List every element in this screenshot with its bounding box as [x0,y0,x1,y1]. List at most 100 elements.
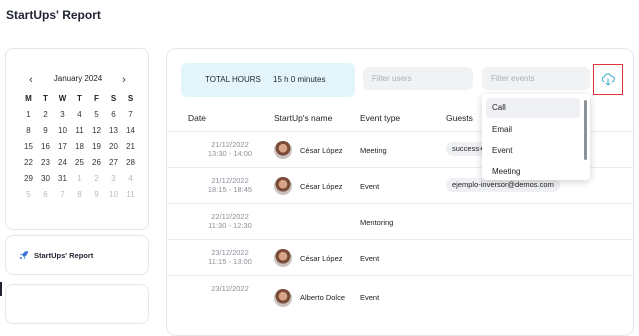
nav-item-startups-report[interactable]: StartUps' Report [5,235,149,275]
calendar-day-outside[interactable]: 2 [88,171,105,187]
calendar-day[interactable]: 4 [71,107,88,123]
dropdown-option-call[interactable]: Call [486,98,580,118]
row-date-cell: 23/12/2022 [200,284,260,293]
calendar-panel: ‹ January 2024 › M T W T F S S 1 2 3 4 5… [5,48,149,230]
calendar-day[interactable]: 9 [37,123,54,139]
row-time: 18:15 - 18:45 [207,185,253,194]
calendar-day-outside[interactable]: 11 [122,187,139,203]
calendar-week-row: 29 30 31 1 2 3 4 [20,171,140,187]
calendar-day-outside[interactable]: 8 [71,187,88,203]
column-header-guests[interactable]: Guests [446,113,473,123]
row-time: 11:15 - 13:00 [208,257,252,266]
calendar-week-row: 5 6 7 8 9 10 11 [20,187,140,203]
guest-chip: ejemplo-inversor@demos.com [446,178,560,192]
avatar [274,289,292,307]
dropdown-option-event[interactable]: Event [486,141,580,161]
calendar-day[interactable]: 23 [37,155,54,171]
calendar-day[interactable]: 26 [88,155,105,171]
weekday-label: W [58,94,67,103]
row-event-type: Event [360,293,380,302]
filter-users-input[interactable] [363,67,473,90]
calendar-day-outside[interactable]: 5 [20,187,37,203]
dropdown-option-meeting[interactable]: Meeting [486,162,580,180]
calendar-day[interactable]: 28 [122,155,139,171]
calendar-day[interactable]: 10 [54,123,71,139]
calendar-day[interactable]: 29 [20,171,37,187]
dropdown-option-email[interactable]: Email [486,120,580,140]
column-header-date[interactable]: Date [188,113,206,123]
calendar-day[interactable]: 17 [54,139,71,155]
calendar-day-outside[interactable]: 7 [54,187,71,203]
row-date-cell: 21/12/2022 18:15 - 18:45 [200,176,260,194]
calendar-day[interactable]: 14 [122,123,139,139]
row-event-type: Event [360,254,380,263]
calendar-day-outside[interactable]: 4 [122,171,139,187]
calendar-day[interactable]: 11 [71,123,88,139]
calendar-day[interactable]: 21 [122,139,139,155]
total-hours-value: 15 h 0 minutes [273,75,326,84]
nav-item-label: StartUps' Report [34,251,94,260]
rocket-icon [19,250,29,260]
avatar [274,141,292,159]
row-date: 21/12/2022 [211,176,249,185]
calendar-day[interactable]: 8 [20,123,37,139]
calendar-day[interactable]: 24 [54,155,71,171]
calendar-day[interactable]: 25 [71,155,88,171]
calendar-day[interactable]: 15 [20,139,37,155]
filter-events-dropdown: Call Email Event Meeting [482,94,590,180]
row-date: 22/12/2022 [211,212,249,221]
row-startup-name: César López [300,254,343,263]
calendar-header: ‹ January 2024 › [6,73,150,87]
calendar-day-outside[interactable]: 3 [105,171,122,187]
calendar-day[interactable]: 31 [54,171,71,187]
total-hours-label: TOTAL HOURS [205,75,261,84]
calendar-weekday-row: M T W T F S S [20,91,140,107]
calendar-week-row: 1 2 3 4 5 6 7 [20,107,140,123]
calendar-day-outside[interactable]: 10 [105,187,122,203]
row-startup-name: César López [300,146,343,155]
table-row[interactable]: 22/12/2022 11:30 - 12:30 Mentoring [167,203,633,239]
calendar-day[interactable]: 6 [105,107,122,123]
calendar-day[interactable]: 20 [105,139,122,155]
calendar-day[interactable]: 5 [88,107,105,123]
avatar [274,177,292,195]
dropdown-scrollbar[interactable] [584,100,587,160]
calendar-day[interactable]: 16 [37,139,54,155]
window-edge-marker [0,282,2,296]
calendar-week-row: 15 16 17 18 19 20 21 [20,139,140,155]
row-startup-name: César López [300,182,343,191]
table-row[interactable]: 23/12/2022 Alberto Dolce Event [167,275,633,311]
calendar-day[interactable]: 7 [122,107,139,123]
weekday-label: M [25,94,32,103]
calendar-day[interactable]: 30 [37,171,54,187]
total-hours-box: TOTAL HOURS 15 h 0 minutes [181,63,355,97]
column-header-event-type[interactable]: Event type [360,113,400,123]
download-button[interactable] [593,64,623,95]
filter-events-input[interactable] [482,67,590,90]
calendar-day[interactable]: 27 [105,155,122,171]
calendar-day[interactable]: 22 [20,155,37,171]
nav-item-secondary[interactable] [5,284,149,324]
calendar-day[interactable]: 18 [71,139,88,155]
column-header-startup-name[interactable]: StartUp's name [274,113,332,123]
calendar-week-row: 8 9 10 11 12 13 14 [20,123,140,139]
calendar-day[interactable]: 2 [37,107,54,123]
calendar-day[interactable]: 12 [88,123,105,139]
row-time: 13:30 - 14:00 [207,149,253,158]
weekday-label: F [94,94,99,103]
row-time: 11:30 - 12:30 [208,221,252,230]
weekday-label: T [77,94,82,103]
calendar-day[interactable]: 3 [54,107,71,123]
row-event-type: Meeting [360,146,387,155]
calendar-day[interactable]: 13 [105,123,122,139]
page-title: StartUps' Report [6,8,101,22]
calendar-day[interactable]: 1 [20,107,37,123]
calendar-day-outside[interactable]: 9 [88,187,105,203]
row-date: 21/12/2022 [211,140,249,149]
calendar-day[interactable]: 19 [88,139,105,155]
calendar-day-outside[interactable]: 6 [37,187,54,203]
calendar-day-outside[interactable]: 1 [71,171,88,187]
calendar-next-button[interactable]: › [117,73,131,87]
table-row[interactable]: 23/12/2022 11:15 - 13:00 César López Eve… [167,239,633,275]
cloud-download-icon [601,73,615,86]
